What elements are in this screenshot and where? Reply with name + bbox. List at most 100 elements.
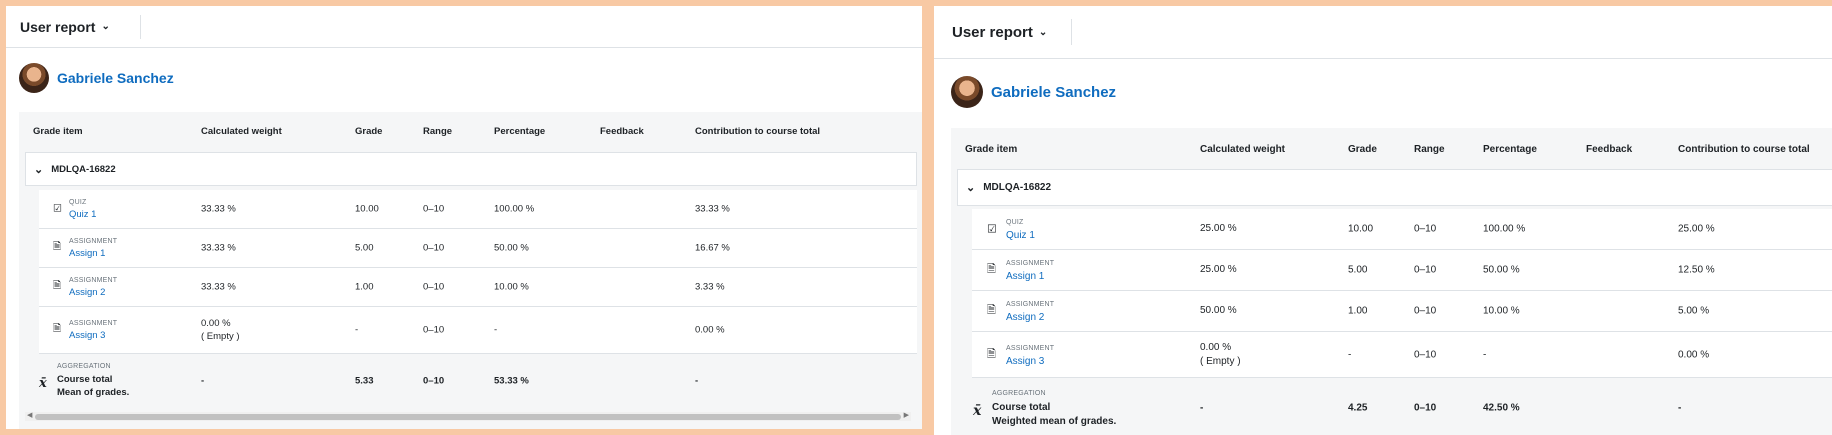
col-grade-item: Grade item <box>33 126 83 137</box>
grade-item-row: 🗎 ASSIGNMENT Assign 3 0.00 % ( Empty ) -… <box>39 307 917 354</box>
grade-item-row: 🗎 ASSIGNMENT Assign 2 50.00 % 1.00 0–10 … <box>972 291 1832 332</box>
weight-note: ( Empty ) <box>1200 355 1241 367</box>
sigma-x-icon: x̄ <box>39 376 47 391</box>
col-feedback: Feedback <box>600 126 644 137</box>
col-percentage: Percentage <box>494 126 546 137</box>
right-report-panel: User report ⌄ Gabriele Sanchez Grade ite… <box>934 6 1832 435</box>
range-value: 0–10 <box>423 242 445 254</box>
grade-item-link[interactable]: Assign 3 <box>69 330 105 341</box>
calculated-weight: 0.00 % ( Empty ) <box>1200 341 1241 369</box>
avatar[interactable] <box>19 63 49 93</box>
weight-value: 50.00 % <box>1200 305 1237 316</box>
user-name-link[interactable]: Gabriele Sanchez <box>991 84 1116 101</box>
course-total-label: AGGREGATION Course total Weighted mean o… <box>992 387 1116 429</box>
grade-item-link[interactable]: Assign 2 <box>1006 312 1044 323</box>
col-calculated-weight: Calculated weight <box>201 126 282 137</box>
category-name: MDLQA-16822 <box>51 163 116 175</box>
category-row[interactable]: ⌄ MDLQA-16822 <box>957 169 1832 206</box>
report-header: User report ⌄ <box>6 6 922 48</box>
scrollbar-thumb[interactable] <box>35 414 901 420</box>
user-name-link[interactable]: Gabriele Sanchez <box>57 70 174 86</box>
grade-value: 5.00 <box>1348 264 1368 276</box>
assignment-icon: 🗎 <box>53 280 62 292</box>
quiz-icon: ☑ <box>53 203 62 215</box>
user-heading: Gabriele Sanchez <box>951 76 1116 108</box>
percentage-value: 50.00 % <box>1483 264 1520 276</box>
grade-table: Grade item Calculated weight Grade Range… <box>19 112 922 429</box>
grade-value: 10.00 <box>355 203 379 215</box>
grade-item-link[interactable]: Assign 1 <box>1006 271 1044 282</box>
table-header-row: Grade item Calculated weight Grade Range… <box>19 112 922 148</box>
report-selector-dropdown[interactable]: User report ⌄ <box>952 24 1047 41</box>
grade-item-row: 🗎 ASSIGNMENT Assign 1 33.33 % 5.00 0–10 … <box>39 229 917 268</box>
grade-item-link[interactable]: Quiz 1 <box>1006 230 1035 241</box>
scroll-right-icon[interactable]: ▶ <box>904 411 909 419</box>
grade-value: 10.00 <box>1348 223 1374 235</box>
grade-item-link[interactable]: Quiz 1 <box>69 209 96 220</box>
user-heading: Gabriele Sanchez <box>19 63 174 93</box>
contribution-value: 12.50 % <box>1678 264 1715 276</box>
course-total-label: AGGREGATION Course total Mean of grades. <box>57 360 129 399</box>
chevron-down-icon[interactable]: ⌄ <box>966 181 975 194</box>
weight-value: 25.00 % <box>1200 264 1237 275</box>
grade-item-row: ☑ QUIZ Quiz 1 25.00 % 10.00 0–10 100.00 … <box>972 209 1832 250</box>
weight-value: 0.00 % <box>1200 341 1232 353</box>
calculated-weight: 0.00 % ( Empty ) <box>201 317 240 343</box>
weight-value: 0.00 % <box>201 318 231 329</box>
header-divider <box>139 14 141 39</box>
item-type-label: ASSIGNMENT <box>1006 260 1055 267</box>
col-grade: Grade <box>355 126 383 137</box>
grade-item-name: ASSIGNMENT Assign 3 <box>1006 342 1054 368</box>
item-type-label: ASSIGNMENT <box>69 238 118 245</box>
aggregation-method: Weighted mean of grades. <box>992 416 1117 427</box>
total-range: 0–10 <box>1414 402 1437 414</box>
category-name: MDLQA-16822 <box>983 182 1052 193</box>
contribution-value: 25.00 % <box>1678 223 1715 235</box>
grade-item-link[interactable]: Assign 2 <box>69 287 105 298</box>
category-row[interactable]: ⌄ MDLQA-16822 <box>25 152 917 186</box>
left-report-panel: User report ⌄ Gabriele Sanchez Grade ite… <box>6 6 922 429</box>
course-total-name: Course total <box>992 402 1051 413</box>
percentage-value: - <box>1483 349 1487 360</box>
grade-item-link[interactable]: Assign 1 <box>69 248 105 259</box>
avatar[interactable] <box>951 76 983 108</box>
percentage-value: 100.00 % <box>1483 223 1526 235</box>
table-header-row: Grade item Calculated weight Grade Range… <box>951 128 1832 168</box>
assignment-icon: 🗎 <box>53 323 62 335</box>
range-value: 0–10 <box>1414 223 1437 235</box>
item-type-label: ASSIGNMENT <box>1006 344 1055 352</box>
horizontal-scrollbar[interactable]: ◀ ▶ <box>25 412 911 421</box>
col-grade: Grade <box>1348 144 1377 155</box>
total-contribution: - <box>695 375 699 387</box>
calculated-weight: 33.33 % <box>201 281 236 294</box>
grade-item-link[interactable]: Assign 3 <box>1006 356 1044 367</box>
total-grade: 5.33 <box>355 375 374 387</box>
assignment-icon: 🗎 <box>53 241 62 253</box>
grade-table: Grade item Calculated weight Grade Range… <box>951 128 1832 435</box>
chevron-down-icon[interactable]: ⌄ <box>34 163 43 176</box>
weight-note: ( Empty ) <box>201 331 240 342</box>
grade-item-name: ASSIGNMENT Assign 2 <box>1006 298 1054 324</box>
course-total-row: x̄ AGGREGATION Course total Mean of grad… <box>19 356 917 406</box>
report-header: User report ⌄ <box>934 6 1832 59</box>
report-selector-label: User report <box>20 18 96 35</box>
report-selector-dropdown[interactable]: User report ⌄ <box>20 19 110 35</box>
calculated-weight: 50.00 % <box>1200 304 1237 318</box>
range-value: 0–10 <box>423 203 445 215</box>
item-type-label: AGGREGATION <box>992 390 1046 397</box>
contribution-value: 5.00 % <box>1678 305 1710 317</box>
grade-value: - <box>1348 349 1352 360</box>
assignment-icon: 🗎 <box>987 304 996 317</box>
scroll-left-icon[interactable]: ◀ <box>27 411 32 419</box>
calculated-weight: 25.00 % <box>1200 222 1237 236</box>
total-grade: 4.25 <box>1348 402 1368 414</box>
grade-item-row: 🗎 ASSIGNMENT Assign 3 0.00 % ( Empty ) -… <box>972 332 1832 378</box>
col-range: Range <box>423 126 453 137</box>
total-weight: - <box>201 375 205 387</box>
percentage-value: 10.00 % <box>494 281 529 293</box>
contribution-value: 16.67 % <box>695 242 730 254</box>
col-percentage: Percentage <box>1483 144 1537 155</box>
contribution-value: 0.00 % <box>695 324 725 336</box>
grade-item-row: ☑ QUIZ Quiz 1 33.33 % 10.00 0–10 100.00 … <box>39 190 917 229</box>
course-total-row: x̄ AGGREGATION Course total Weighted mea… <box>951 381 1832 435</box>
